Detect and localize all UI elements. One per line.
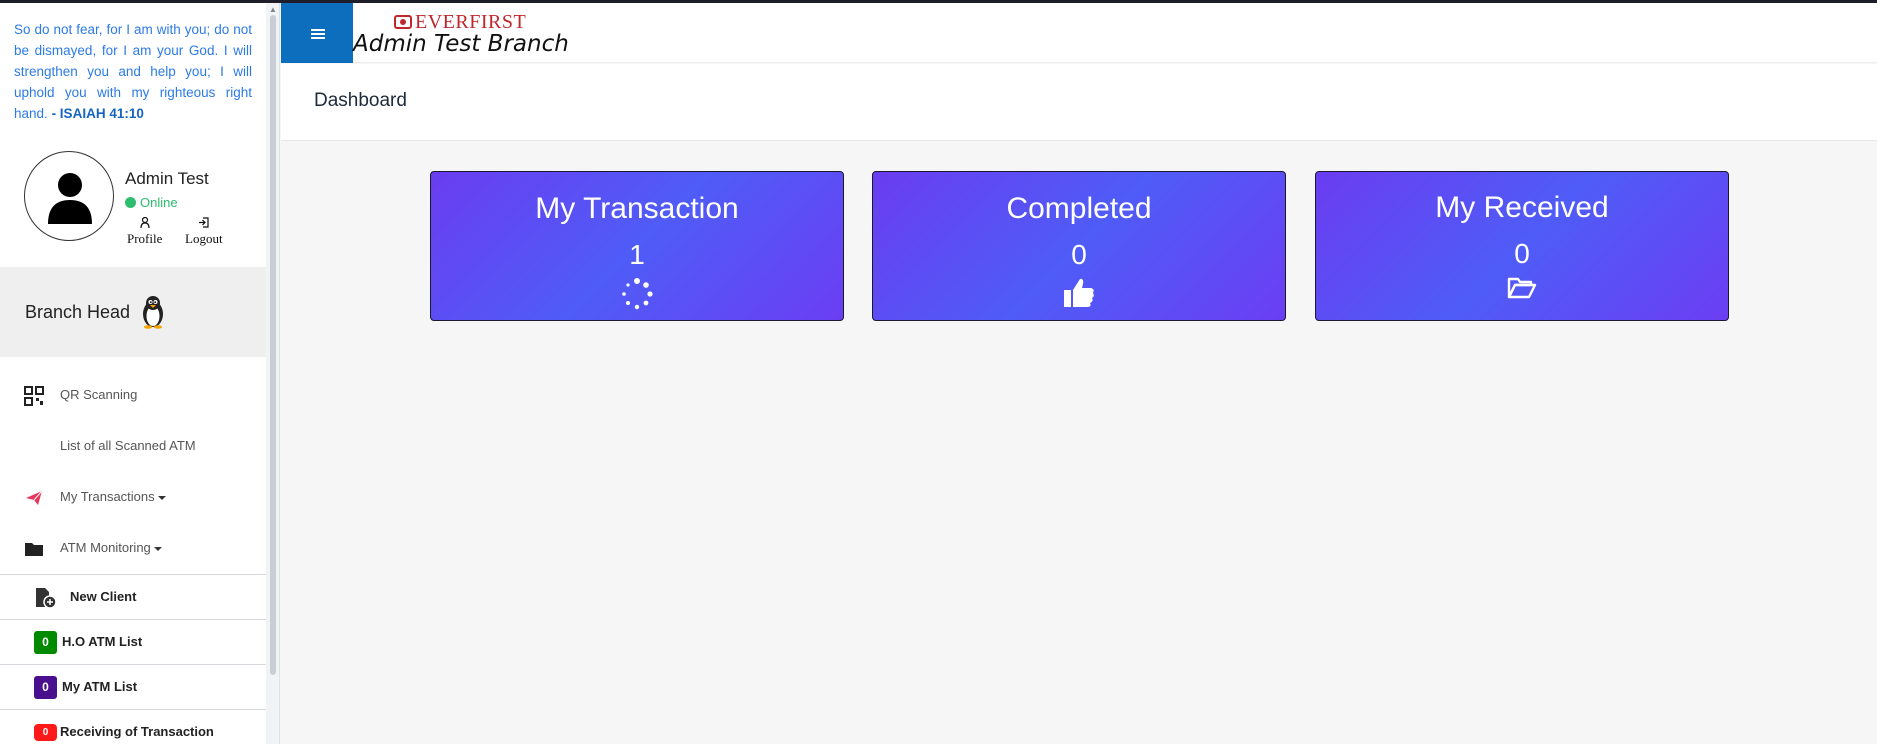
menu-toggle-button[interactable] bbox=[281, 3, 353, 63]
avatar bbox=[24, 151, 114, 241]
online-status: Online bbox=[125, 195, 178, 210]
count-badge: 0 bbox=[34, 676, 57, 699]
caret-down-icon bbox=[157, 495, 166, 500]
bible-verse: So do not fear, for I am with you; do no… bbox=[14, 19, 252, 124]
menu-label: Receiving of Transaction bbox=[60, 724, 214, 739]
hamburger-icon bbox=[311, 29, 325, 31]
top-header: EVERFIRST Admin Test Branch bbox=[281, 3, 1877, 63]
nav-label: QR Scanning bbox=[60, 387, 138, 402]
card-count: 0 bbox=[1071, 239, 1087, 270]
person-icon bbox=[127, 216, 162, 231]
nav-label-text: ATM Monitoring bbox=[60, 540, 151, 555]
nav-label: My Transactions bbox=[60, 489, 166, 504]
nav-label: ATM Monitoring bbox=[60, 540, 162, 555]
card-my-transaction[interactable]: My Transaction 1 bbox=[430, 171, 844, 321]
scroll-up-arrow-icon[interactable]: ▲ bbox=[269, 5, 277, 14]
nav-my-transactions[interactable]: My Transactions bbox=[0, 477, 266, 517]
page-title: Dashboard bbox=[314, 90, 407, 111]
nav-label-text: My Transactions bbox=[60, 489, 155, 504]
verse-reference: - ISAIAH 41:10 bbox=[51, 106, 144, 121]
menu-new-client[interactable]: New Client bbox=[0, 574, 266, 618]
menu-my-atm-list[interactable]: 0 My ATM List bbox=[0, 664, 266, 708]
count-badge: 0 bbox=[34, 724, 57, 741]
card-count: 1 bbox=[629, 239, 645, 270]
thumbs-up-icon bbox=[1064, 278, 1094, 307]
status-text: Online bbox=[140, 195, 178, 210]
user-icon bbox=[48, 173, 92, 224]
file-add-icon bbox=[36, 588, 57, 609]
menu-label: New Client bbox=[70, 589, 137, 604]
menu-label: H.O ATM List bbox=[62, 634, 143, 649]
role-label: Branch Head bbox=[25, 302, 131, 322]
card-title: My Transaction bbox=[535, 192, 739, 225]
menu-label: My ATM List bbox=[62, 679, 138, 694]
nav-qr-scanning[interactable]: QR Scanning bbox=[0, 375, 266, 415]
nav-atm-monitoring[interactable]: ATM Monitoring bbox=[0, 528, 266, 568]
caret-down-icon bbox=[153, 546, 162, 551]
qr-code-icon bbox=[24, 386, 44, 406]
card-completed[interactable]: Completed 0 bbox=[872, 171, 1286, 321]
logout-label: Logout bbox=[185, 231, 223, 246]
role-panel: Branch Head bbox=[0, 267, 266, 357]
card-title: My Received bbox=[1435, 191, 1609, 224]
status-dot-icon bbox=[125, 197, 136, 208]
nav-label: List of all Scanned ATM bbox=[60, 438, 196, 453]
scrollbar-thumb[interactable] bbox=[270, 15, 276, 675]
profile-label: Profile bbox=[127, 231, 163, 246]
profile-link[interactable]: Profile bbox=[127, 216, 163, 247]
branch-name: Admin Test Branch bbox=[353, 31, 569, 57]
folder-open-icon bbox=[1507, 277, 1537, 299]
nav-scanned-atm-list[interactable]: List of all Scanned ATM bbox=[0, 426, 266, 466]
menu-receiving-of-transaction[interactable]: 0 Receiving of Transaction bbox=[0, 709, 266, 744]
card-count: 0 bbox=[1514, 238, 1530, 269]
logout-link[interactable]: Logout bbox=[185, 217, 223, 247]
penguin-icon bbox=[143, 296, 163, 329]
count-badge: 0 bbox=[34, 631, 57, 654]
card-title: Completed bbox=[1006, 192, 1152, 225]
menu-ho-atm-list[interactable]: 0 H.O ATM List bbox=[0, 619, 266, 663]
paper-plane-icon bbox=[26, 490, 43, 505]
logo-mark-icon bbox=[394, 15, 412, 29]
logo-text: EVERFIRST bbox=[415, 11, 527, 33]
logout-icon bbox=[185, 217, 223, 231]
spinner-icon bbox=[622, 278, 653, 310]
page-header: Dashboard bbox=[281, 64, 1877, 141]
sidebar: So do not fear, for I am with you; do no… bbox=[0, 3, 280, 744]
folder-icon bbox=[25, 543, 43, 556]
sidebar-scrollbar[interactable]: ▲ bbox=[266, 3, 279, 744]
user-name: Admin Test bbox=[125, 169, 209, 188]
card-my-received[interactable]: My Received 0 bbox=[1315, 171, 1729, 321]
user-profile: Admin Test Online Profile Logout bbox=[24, 151, 264, 247]
